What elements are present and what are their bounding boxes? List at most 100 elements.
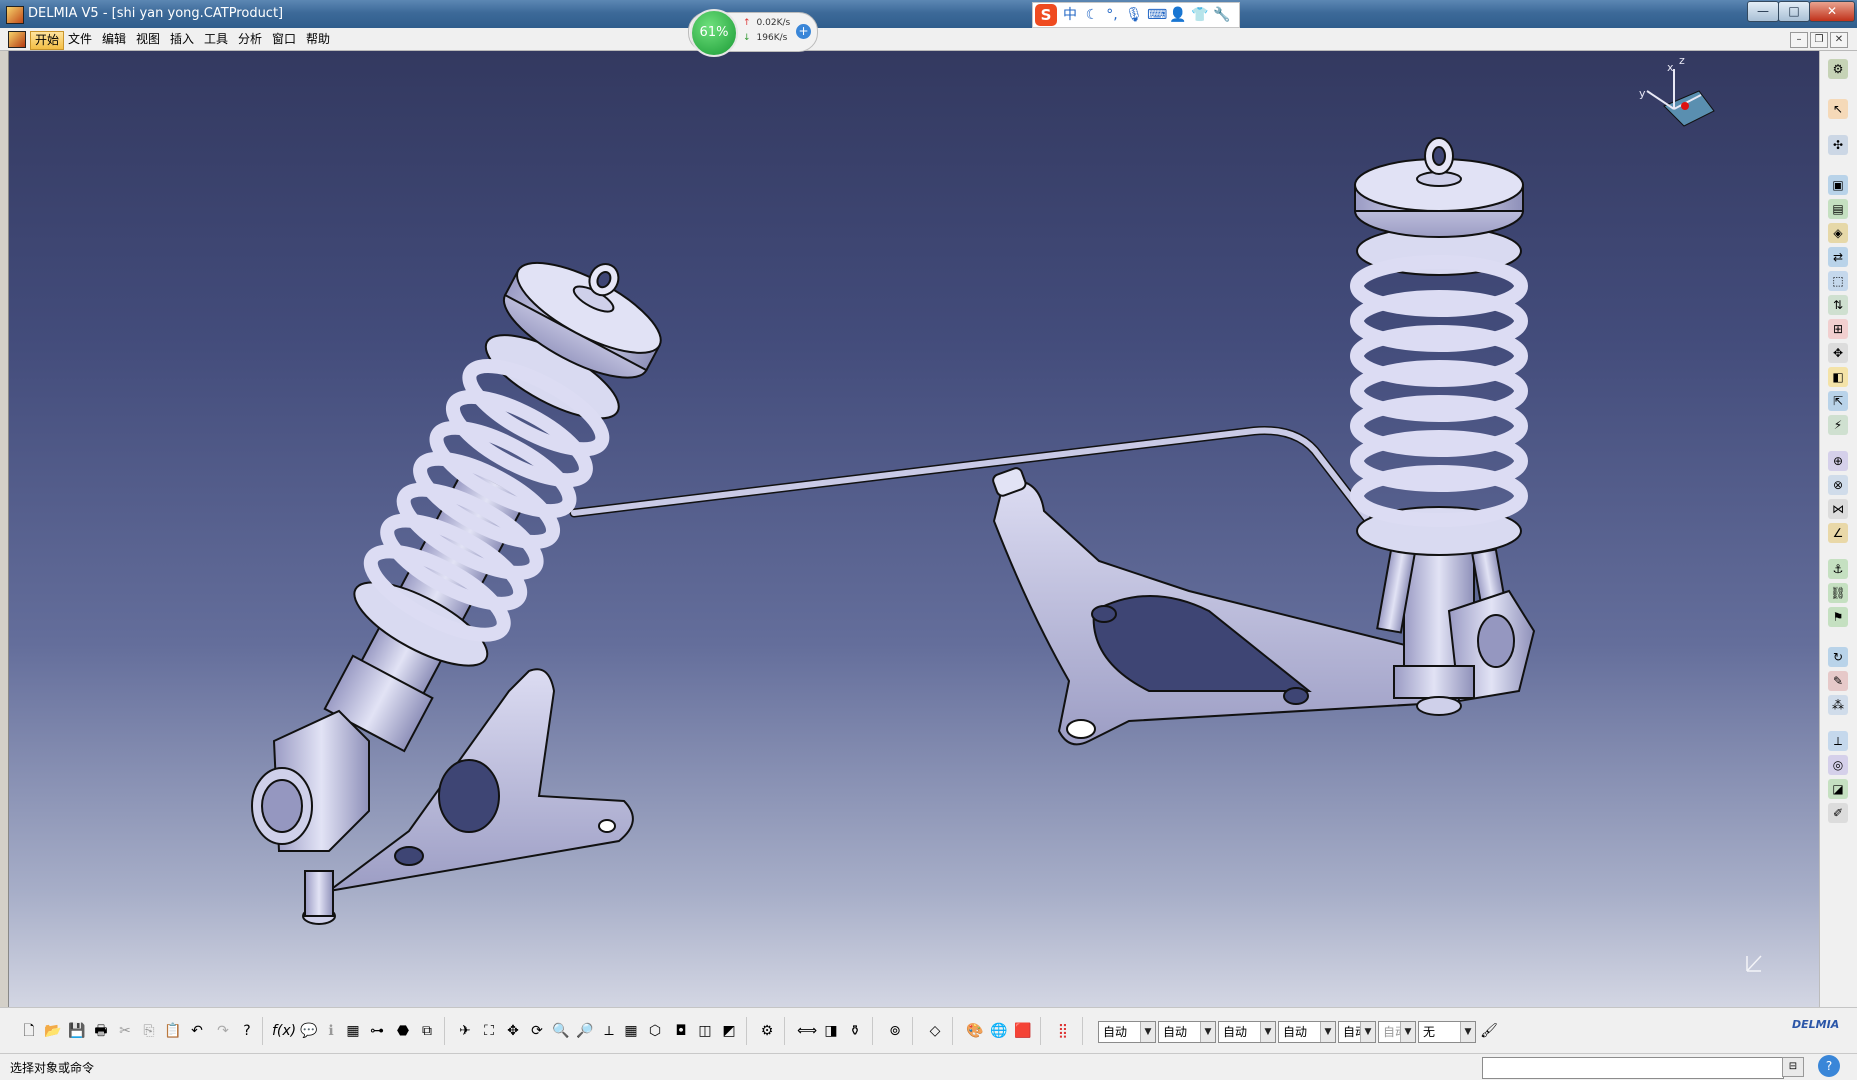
doc-minimize-button[interactable]: – <box>1790 32 1808 48</box>
print-icon[interactable]: 🖶 <box>90 1020 112 1042</box>
select-arrow-icon[interactable]: ↖ <box>1828 99 1848 119</box>
menu-view[interactable]: 视图 <box>132 31 164 48</box>
split-icon[interactable]: ⟂ <box>1828 731 1848 751</box>
fly-mode-icon[interactable]: ✈ <box>454 1020 476 1042</box>
menu-help[interactable]: 帮助 <box>302 31 334 48</box>
point-type-combo[interactable]: 自动 ▼ <box>1338 1021 1376 1043</box>
scenes-icon[interactable]: ⧉ <box>416 1020 438 1042</box>
whats-this-icon[interactable]: ? <box>236 1020 258 1042</box>
half-width-moon-icon[interactable]: ☾ <box>1083 5 1101 25</box>
multi-view-icon[interactable]: ▦ <box>620 1020 642 1042</box>
ime-mode-toggle[interactable]: 中 <box>1061 5 1079 25</box>
swap-space-icon[interactable]: ◩ <box>718 1020 740 1042</box>
apply-material-icon[interactable]: ⊚ <box>884 1020 906 1042</box>
chevron-down-icon[interactable]: ▼ <box>1360 1022 1375 1042</box>
inertia-icon[interactable]: ⚱ <box>844 1020 866 1042</box>
gears-icon[interactable]: ⚙ <box>1828 59 1848 79</box>
cut-icon[interactable]: ✂ <box>114 1020 136 1042</box>
sketch-plane-icon[interactable]: ◇ <box>924 1020 946 1042</box>
pocket-icon[interactable]: ◪ <box>1828 779 1848 799</box>
hole-icon[interactable]: ◎ <box>1828 755 1848 775</box>
measure-between-icon[interactable]: ⟺ <box>796 1020 818 1042</box>
fix-component-icon[interactable]: ⚓ <box>1828 559 1848 579</box>
grid-icon[interactable]: ⣿ <box>1052 1020 1074 1042</box>
chevron-down-icon[interactable]: ▼ <box>1320 1022 1335 1042</box>
component-icon[interactable]: ▣ <box>1828 175 1848 195</box>
menu-insert[interactable]: 插入 <box>166 31 198 48</box>
hide-show-icon[interactable]: ◫ <box>694 1020 716 1042</box>
catalog-icon[interactable]: ⊶ <box>366 1020 388 1042</box>
cpu-usage-badge[interactable]: 61% <box>690 9 738 57</box>
quick-constraint-icon[interactable]: ⚑ <box>1828 607 1848 627</box>
save-icon[interactable]: 💾 <box>66 1020 88 1042</box>
transparency-combo[interactable]: 自动 ▼ <box>1158 1021 1216 1043</box>
existing-component-icon[interactable]: ◈ <box>1828 223 1848 243</box>
sogou-logo-icon[interactable]: S <box>1035 4 1057 26</box>
punctuation-icon[interactable]: °, <box>1103 5 1121 25</box>
stabilizer-bar[interactable] <box>569 426 1374 526</box>
normal-view-icon[interactable]: ⟂ <box>598 1020 620 1042</box>
line-weight-combo[interactable]: 自动 ▼ <box>1218 1021 1276 1043</box>
menu-window[interactable]: 窗口 <box>268 31 300 48</box>
undo-icon[interactable]: ↶ <box>186 1020 208 1042</box>
bom-icon[interactable]: ⬣ <box>392 1020 414 1042</box>
update-icon[interactable]: ↻ <box>1828 647 1848 667</box>
knowledge-icon[interactable]: ℹ <box>320 1020 342 1042</box>
pan-icon[interactable]: ✥ <box>502 1020 524 1042</box>
table-icon[interactable]: ▦ <box>342 1020 364 1042</box>
left-suspension-assembly[interactable] <box>251 228 682 925</box>
zoom-in-icon[interactable]: 🔍 <box>550 1020 572 1042</box>
new-file-icon[interactable]: 🗋 <box>18 1020 40 1042</box>
microphone-icon[interactable]: 🎙 <box>1125 5 1143 25</box>
move-icon[interactable]: ✥ <box>1828 343 1848 363</box>
angle-constraint-icon[interactable]: ∠ <box>1828 523 1848 543</box>
chevron-down-icon[interactable]: ▼ <box>1140 1022 1155 1042</box>
assembly-scene[interactable]: x y z <box>9 51 1819 1007</box>
chevron-down-icon[interactable]: ▼ <box>1400 1022 1415 1042</box>
redo-icon[interactable]: ↷ <box>212 1020 234 1042</box>
user-icon[interactable]: 👤 <box>1169 5 1187 25</box>
wrench-icon[interactable]: 🔧 <box>1213 5 1231 25</box>
render-icon[interactable]: 🎨 <box>964 1020 986 1042</box>
copy-icon[interactable]: ⎘ <box>138 1020 160 1042</box>
app-icon[interactable] <box>6 6 24 24</box>
command-run-button[interactable]: ⊟ <box>1782 1057 1804 1077</box>
skin-shirt-icon[interactable]: 👕 <box>1191 5 1209 25</box>
fit-all-icon[interactable]: ⛶ <box>478 1020 500 1042</box>
document-icon[interactable] <box>8 31 26 48</box>
change-constraint-icon[interactable]: ✎ <box>1828 671 1848 691</box>
rendering-style-combo[interactable]: 自动 ▼ <box>1378 1021 1416 1043</box>
chevron-down-icon[interactable]: ▼ <box>1260 1022 1275 1042</box>
environment-icon[interactable]: 🌐 <box>988 1020 1010 1042</box>
coincidence-constraint-icon[interactable]: ⊕ <box>1828 451 1848 471</box>
explode-icon[interactable]: ⇱ <box>1828 391 1848 411</box>
ime-toolbar[interactable]: S 中 ☾ °, 🎙 ⌨ 👤 👕 🔧 <box>1032 2 1240 28</box>
keyboard-icon[interactable]: ⌨ <box>1147 5 1167 25</box>
simulation-icon[interactable]: ⚙ <box>756 1020 778 1042</box>
fix-together-icon[interactable]: ⛓ <box>1828 583 1848 603</box>
chevron-down-icon[interactable]: ▼ <box>1460 1022 1475 1042</box>
minimize-button[interactable]: — <box>1747 1 1779 22</box>
snap-icon[interactable]: ◧ <box>1828 367 1848 387</box>
color-combo[interactable]: 自动 ▼ <box>1098 1021 1156 1043</box>
offset-constraint-icon[interactable]: ⋈ <box>1828 499 1848 519</box>
menu-edit[interactable]: 编辑 <box>98 31 130 48</box>
layer-combo[interactable]: 无 ▼ <box>1418 1021 1476 1043</box>
colors-icon[interactable]: 🟥 <box>1012 1020 1034 1042</box>
chevron-down-icon[interactable]: ▼ <box>1200 1022 1215 1042</box>
clash-icon[interactable]: ⚡ <box>1828 415 1848 435</box>
annotation-icon[interactable]: ✐ <box>1828 803 1848 823</box>
contact-constraint-icon[interactable]: ⊗ <box>1828 475 1848 495</box>
open-folder-icon[interactable]: 📂 <box>42 1020 64 1042</box>
menu-start[interactable]: 开始 <box>30 31 65 50</box>
close-button[interactable]: ✕ <box>1809 1 1855 22</box>
reuse-pattern-icon[interactable]: ⁂ <box>1828 695 1848 715</box>
menu-tools[interactable]: 工具 <box>200 31 232 48</box>
comment-icon[interactable]: 💬 <box>298 1020 320 1042</box>
line-type-combo[interactable]: 自动 ▼ <box>1278 1021 1336 1043</box>
multi-instantiation-icon[interactable]: ⊞ <box>1828 319 1848 339</box>
reorder-icon[interactable]: ⇅ <box>1828 295 1848 315</box>
paste-icon[interactable]: 📋 <box>162 1020 184 1042</box>
format-painter-icon[interactable]: 🖌 <box>1478 1020 1500 1042</box>
right-suspension-assembly[interactable] <box>1350 137 1536 716</box>
